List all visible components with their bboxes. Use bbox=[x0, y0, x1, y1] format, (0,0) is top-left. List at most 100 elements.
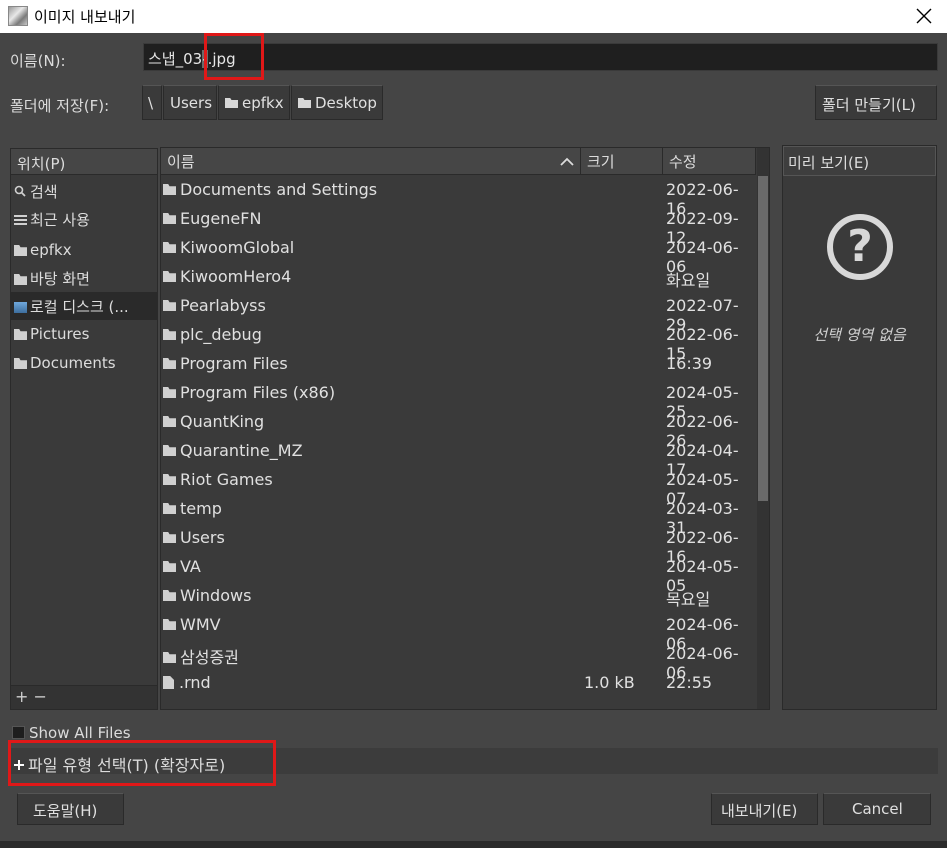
file-modified: 화요일 bbox=[666, 271, 711, 290]
place-search[interactable]: 검색 bbox=[11, 177, 157, 205]
file-name: KiwoomGlobal bbox=[163, 238, 294, 257]
file-row[interactable]: Pearlabyss 2022-07-29 bbox=[161, 291, 756, 334]
place-pictures[interactable]: Pictures bbox=[11, 321, 157, 349]
folder-icon bbox=[163, 242, 176, 253]
folder-icon bbox=[14, 274, 27, 285]
place-local-disk[interactable]: 로컬 디스크 (... bbox=[11, 292, 157, 320]
places-panel: 위치(P) 검색 최근 사용 epfkx 바탕 화면 로컬 디스크 (... P… bbox=[10, 148, 158, 710]
export-dialog: 이름(N): 스냅_03-.jpg 폴더에 저장(F): \ Users epf… bbox=[0, 33, 947, 848]
file-name: temp bbox=[163, 499, 222, 518]
column-size[interactable]: 크기 bbox=[581, 148, 663, 174]
place-recent[interactable]: 최근 사용 bbox=[11, 205, 157, 233]
path-desktop-button[interactable]: Desktop bbox=[291, 85, 383, 120]
file-row[interactable]: Program Files 16:39 bbox=[161, 349, 756, 378]
folder-icon bbox=[163, 387, 176, 398]
file-row[interactable]: plc_debug 2022-06-15 bbox=[161, 320, 756, 363]
file-name: .rnd bbox=[163, 673, 211, 692]
folder-icon bbox=[14, 245, 27, 256]
search-icon bbox=[14, 185, 26, 197]
file-row[interactable]: Riot Games 2024-05-07 bbox=[161, 465, 756, 508]
folder-icon bbox=[163, 590, 176, 601]
preview-toggle[interactable]: 미리 보기(E) bbox=[783, 146, 936, 176]
folder-icon bbox=[163, 416, 176, 427]
file-row[interactable]: WMV 2024-06-06 bbox=[161, 610, 756, 653]
question-icon: ? bbox=[827, 214, 893, 280]
file-name: 삼성증권 bbox=[163, 644, 239, 668]
scroll-thumb[interactable] bbox=[758, 176, 768, 501]
folder-icon bbox=[163, 503, 176, 514]
file-modified: 16:39 bbox=[666, 354, 713, 373]
highlight-extension bbox=[204, 33, 264, 80]
file-name: Program Files (x86) bbox=[163, 383, 335, 402]
file-row[interactable]: temp 2024-03-31 bbox=[161, 494, 756, 537]
file-modified: 22:55 bbox=[666, 673, 713, 692]
place-documents[interactable]: Documents bbox=[11, 350, 157, 378]
folder-icon bbox=[163, 358, 176, 369]
folder-icon bbox=[163, 532, 176, 543]
window-title: 이미지 내보내기 bbox=[34, 8, 136, 26]
file-name: WMV bbox=[163, 615, 221, 634]
path-users-button[interactable]: Users bbox=[163, 85, 217, 120]
file-row[interactable]: KiwoomGlobal 2024-06-06 bbox=[161, 233, 756, 276]
file-row[interactable]: .rnd 1.0 kB 22:55 bbox=[161, 668, 756, 697]
file-row[interactable]: Program Files (x86) 2024-05-25 bbox=[161, 378, 756, 421]
file-name: Riot Games bbox=[163, 470, 273, 489]
file-name: KiwoomHero4 bbox=[163, 267, 291, 286]
file-list: 이름 크기 수정 Documents and Settings 2022-06-1… bbox=[160, 147, 770, 710]
column-modified[interactable]: 수정 bbox=[663, 148, 756, 174]
file-name: Documents and Settings bbox=[163, 180, 377, 199]
file-row[interactable]: 삼성증권 2024-06-06 bbox=[161, 639, 756, 682]
file-row[interactable]: Quarantine_MZ 2024-04-17 bbox=[161, 436, 756, 479]
file-row[interactable]: Users 2022-06-16 bbox=[161, 523, 756, 566]
folder-icon bbox=[14, 358, 27, 369]
folder-icon bbox=[163, 474, 176, 485]
path-root-button[interactable]: \ bbox=[142, 85, 162, 120]
file-name: EugeneFN bbox=[163, 209, 261, 228]
highlight-file-type bbox=[8, 740, 276, 786]
folder-icon bbox=[163, 184, 176, 195]
file-row[interactable]: EugeneFN 2022-09-12 bbox=[161, 204, 756, 247]
file-row[interactable]: Windows 목요일 bbox=[161, 581, 756, 610]
folder-icon bbox=[163, 652, 176, 663]
help-button[interactable]: 도움말(H) bbox=[17, 793, 124, 825]
folder-icon bbox=[163, 445, 176, 456]
recent-icon bbox=[14, 215, 27, 226]
save-folder-label: 폴더에 저장(F): bbox=[10, 97, 110, 115]
file-name: QuantKing bbox=[163, 412, 264, 431]
file-list-scrollbar[interactable] bbox=[757, 148, 769, 709]
drive-icon bbox=[14, 302, 27, 313]
path-epfkx-button[interactable]: epfkx bbox=[218, 85, 290, 120]
file-name: VA bbox=[163, 557, 201, 576]
export-button[interactable]: 내보내기(E) bbox=[711, 793, 818, 825]
file-modified: 목요일 bbox=[666, 590, 711, 609]
file-list-header: 이름 크기 수정 bbox=[161, 148, 756, 175]
place-desktop[interactable]: 바탕 화면 bbox=[11, 264, 157, 292]
file-size: 1.0 kB bbox=[584, 673, 635, 692]
checkbox[interactable] bbox=[12, 726, 25, 739]
folder-icon bbox=[14, 329, 27, 340]
file-row[interactable]: VA 2024-05-05 bbox=[161, 552, 756, 595]
cancel-button[interactable]: Cancel bbox=[823, 793, 931, 825]
file-row[interactable]: Documents and Settings 2022-06-16 bbox=[161, 175, 756, 218]
places-header: 위치(P) bbox=[11, 149, 157, 175]
sort-ascending-icon bbox=[560, 157, 574, 166]
folder-icon bbox=[298, 98, 311, 108]
column-name[interactable]: 이름 bbox=[161, 148, 581, 174]
file-name: Windows bbox=[163, 586, 251, 605]
file-row[interactable]: KiwoomHero4 화요일 bbox=[161, 262, 756, 291]
preview-empty-text: 선택 영역 없음 bbox=[813, 326, 906, 344]
folder-icon bbox=[163, 329, 176, 340]
name-label: 이름(N): bbox=[10, 52, 66, 70]
place-epfkx[interactable]: epfkx bbox=[11, 237, 157, 265]
file-name: plc_debug bbox=[163, 325, 262, 344]
places-add-remove[interactable]: + − bbox=[11, 685, 157, 709]
title-bar: 이미지 내보내기 bbox=[0, 0, 947, 33]
file-name: Program Files bbox=[163, 354, 288, 373]
folder-icon bbox=[163, 300, 176, 311]
file-row[interactable]: QuantKing 2022-06-26 bbox=[161, 407, 756, 450]
create-folder-button[interactable]: 폴더 만들기(L) bbox=[815, 85, 937, 120]
close-button[interactable] bbox=[901, 0, 947, 33]
folder-icon bbox=[163, 213, 176, 224]
file-icon bbox=[163, 676, 174, 689]
file-name: Users bbox=[163, 528, 225, 547]
